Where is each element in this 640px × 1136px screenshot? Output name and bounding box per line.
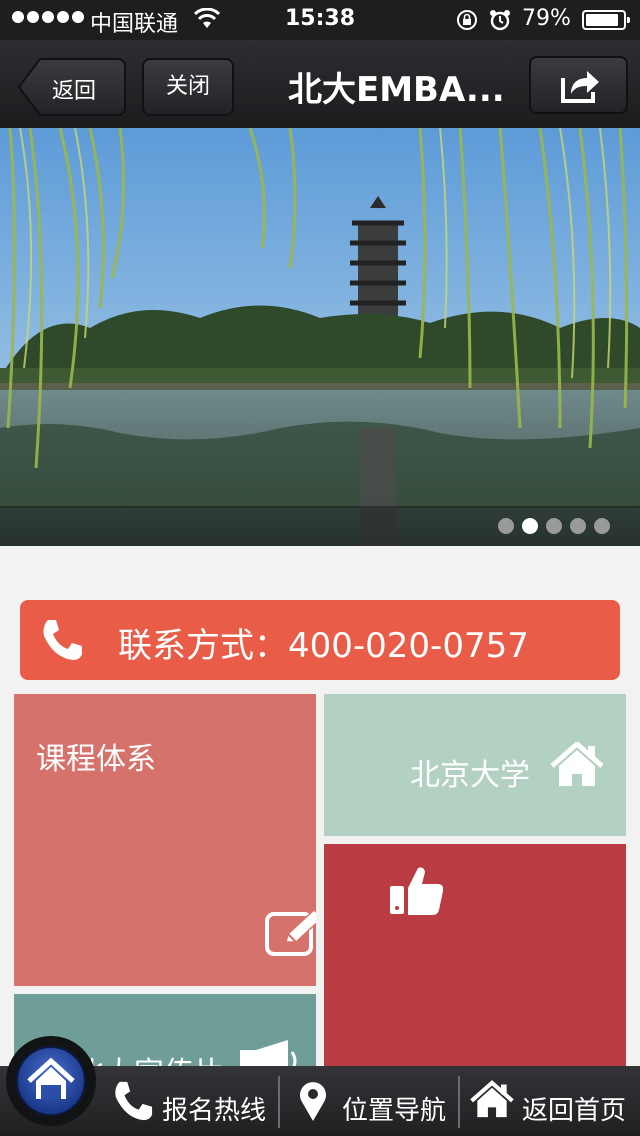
- tile-pku[interactable]: 北京大学: [324, 694, 626, 836]
- pager-dot[interactable]: [546, 518, 562, 534]
- close-button[interactable]: 关闭: [142, 58, 234, 116]
- pager-dot[interactable]: [594, 518, 610, 534]
- location-label: 位置导航: [342, 1096, 447, 1126]
- share-button[interactable]: [529, 56, 628, 114]
- pager-dot[interactable]: [570, 518, 586, 534]
- page-title: 北大EMBA...: [288, 70, 505, 110]
- carousel-pager[interactable]: [498, 518, 610, 534]
- rotation-lock-icon: [457, 10, 477, 30]
- home-icon: [470, 1080, 514, 1118]
- share-icon: [561, 71, 599, 103]
- tile-like[interactable]: [324, 844, 626, 1074]
- tile-courses-label: 课程体系: [36, 742, 156, 777]
- pager-dot-active[interactable]: [522, 518, 538, 534]
- bottom-toolbar: 报名热线 位置导航 返回首页: [0, 1066, 640, 1136]
- status-bar: 中国联通 15:38 79%: [0, 0, 640, 40]
- hotline-button[interactable]: 报名热线: [104, 1066, 278, 1136]
- battery-percent: 79%: [522, 6, 571, 31]
- location-nav-button[interactable]: 位置导航: [282, 1066, 458, 1136]
- battery-icon: [582, 10, 630, 30]
- hotline-label: 报名热线: [162, 1096, 267, 1126]
- alarm-icon: [490, 10, 510, 31]
- floating-home-button[interactable]: [6, 1036, 96, 1126]
- banner-image: [0, 128, 640, 546]
- edit-icon: [265, 908, 316, 956]
- banner-carousel[interactable]: [0, 128, 640, 546]
- tile-courses[interactable]: 课程体系: [14, 694, 316, 986]
- location-pin-icon: [300, 1082, 326, 1121]
- home-nav-button[interactable]: 返回首页: [462, 1066, 640, 1136]
- contact-label: 联系方式：400-020-0757: [118, 626, 529, 666]
- nav-bar: 返回 关闭 北大EMBA...: [0, 40, 640, 128]
- toolbar-divider: [458, 1076, 460, 1128]
- home-icon: [550, 742, 604, 786]
- home-icon: [27, 1057, 75, 1099]
- pager-dot[interactable]: [498, 518, 514, 534]
- phone-icon: [115, 1081, 153, 1121]
- thumbs-up-icon: [390, 867, 444, 915]
- back-button-label: 返回: [52, 79, 97, 104]
- tile-pku-label: 北京大学: [410, 758, 530, 793]
- phone-icon: [43, 620, 82, 660]
- toolbar-divider: [278, 1076, 280, 1128]
- contact-phone-button[interactable]: 联系方式：400-020-0757: [20, 600, 620, 680]
- home-label: 返回首页: [522, 1096, 627, 1126]
- back-button[interactable]: 返回: [18, 58, 126, 116]
